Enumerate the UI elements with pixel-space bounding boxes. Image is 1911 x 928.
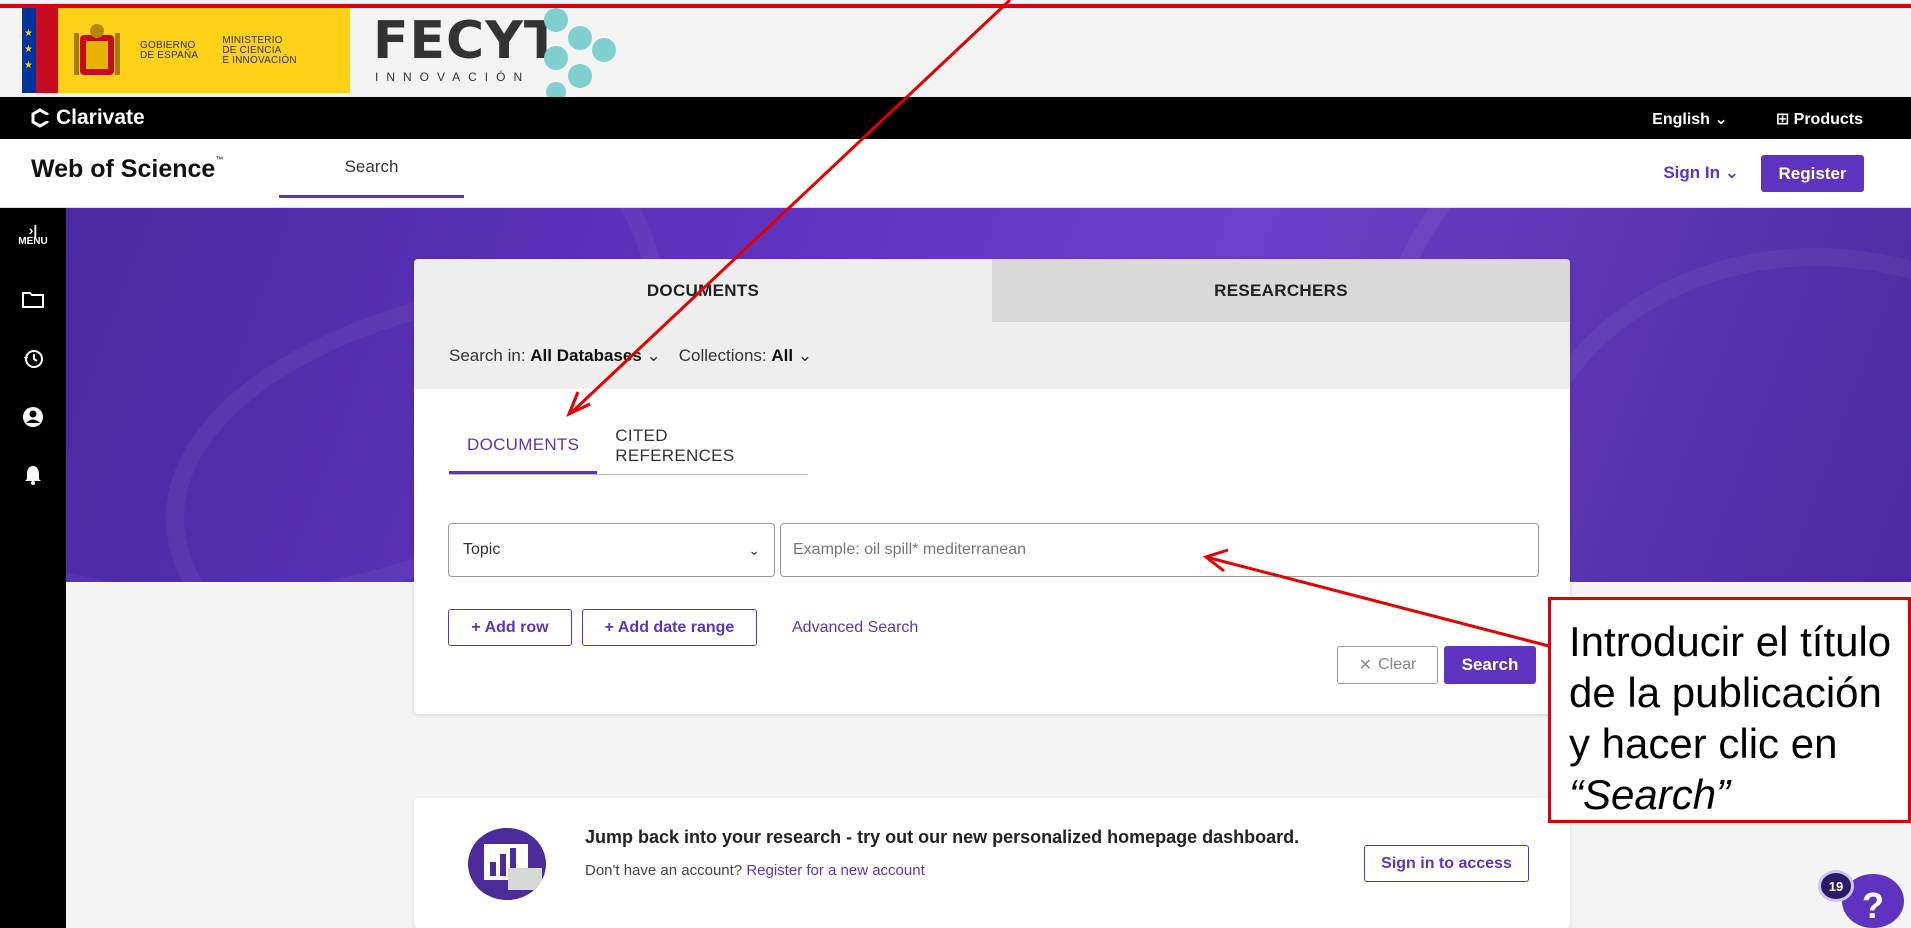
- field-select[interactable]: Topic ⌄: [448, 523, 775, 577]
- chevron-down-icon: ⌄: [748, 541, 760, 558]
- dashboard-promo: Jump back into your research - try out o…: [414, 798, 1570, 928]
- clarivate-logo[interactable]: Clarivate: [30, 106, 145, 130]
- folder-icon[interactable]: [0, 290, 66, 308]
- history-icon[interactable]: [0, 348, 66, 370]
- close-icon: ✕: [1358, 657, 1373, 674]
- tab-documents[interactable]: DOCUMENTS: [414, 259, 992, 322]
- wos-header: Web of Science™ Search Sign In ⌄ Registe…: [0, 139, 1911, 208]
- bell-icon[interactable]: [0, 464, 66, 486]
- products-menu[interactable]: ⊞ Products: [1776, 109, 1863, 129]
- language-menu[interactable]: English ⌄: [1652, 109, 1728, 129]
- promo-subtitle: Don't have an account? Register for a ne…: [585, 862, 925, 879]
- chevron-down-icon: ⌄: [1714, 111, 1728, 128]
- dashboard-chart-icon: [468, 828, 546, 900]
- annotation-callout: Introducir el título de la publicación y…: [1548, 597, 1911, 823]
- fecyt-subtitle: INNOVACIÓN: [375, 70, 531, 84]
- chevron-down-icon: ⌄: [1724, 163, 1739, 182]
- gov-banner: ★ ★ ★ GOBIERNO DE ESPAÑA MINISTERIO DE CIE…: [0, 0, 1911, 98]
- chevron-down-icon: ⌄: [797, 345, 813, 365]
- help-icon: ?: [1862, 885, 1884, 926]
- advanced-search-link[interactable]: Advanced Search: [792, 619, 918, 637]
- tab-researchers[interactable]: RESEARCHERS: [992, 259, 1570, 322]
- search-card: DOCUMENTS RESEARCHERS Search in: All Dat…: [414, 259, 1570, 714]
- chevron-down-icon: ⌄: [646, 345, 661, 365]
- ministerio-text: MINISTERIO DE CIENCIA E INNOVACIÓN: [222, 34, 297, 66]
- search-type-tabs: DOCUMENTS RESEARCHERS: [414, 259, 1570, 322]
- expand-icon: ›|: [28, 222, 38, 238]
- fecyt-wordmark: FECYT: [373, 11, 561, 71]
- eu-flag-icon: ★ ★ ★: [22, 8, 58, 93]
- fecyt-logo: FECYT INNOVACIÓN: [373, 11, 561, 84]
- clear-button[interactable]: ✕ Clear: [1337, 646, 1438, 684]
- subtab-cited-references[interactable]: CITED REFERENCES: [597, 418, 807, 474]
- clarivate-bar: Clarivate English ⌄ ⊞ Products: [0, 97, 1911, 139]
- search-button[interactable]: Search: [1444, 646, 1536, 684]
- callout-line-2: de la publicación: [1569, 669, 1882, 716]
- callout-line-4: “Search”: [1569, 771, 1731, 818]
- sign-in-menu[interactable]: Sign In ⌄: [1663, 163, 1739, 183]
- gobierno-logo: ★ ★ ★ GOBIERNO DE ESPAÑA MINISTERIO DE CIE…: [22, 8, 350, 93]
- user-icon[interactable]: [0, 406, 66, 428]
- add-row-button[interactable]: + Add row: [448, 609, 572, 646]
- register-button[interactable]: Register: [1761, 155, 1864, 192]
- callout-line-1: Introducir el título: [1569, 618, 1892, 665]
- subtab-documents[interactable]: DOCUMENTS: [449, 418, 598, 474]
- collections-selector[interactable]: Collections: All ⌄: [679, 346, 812, 366]
- database-selector[interactable]: Search in: All Databases ⌄: [449, 346, 661, 366]
- promo-title: Jump back into your research - try out o…: [585, 827, 1300, 847]
- clarivate-brand: Clarivate: [56, 106, 145, 129]
- gobierno-text: GOBIERNO DE ESPAÑA: [140, 39, 199, 61]
- add-date-range-button[interactable]: + Add date range: [582, 609, 757, 646]
- search-input[interactable]: [780, 523, 1539, 577]
- tab-search[interactable]: Search: [279, 139, 464, 198]
- register-account-link[interactable]: Register for a new account: [746, 862, 924, 879]
- fecyt-molecule-icon: [544, 8, 616, 98]
- sign-in-to-access-button[interactable]: Sign in to access: [1364, 845, 1529, 882]
- side-rail: ›| MENU: [0, 208, 66, 928]
- coat-of-arms-icon: [74, 23, 120, 75]
- search-mode-tabs: DOCUMENTS CITED REFERENCES: [449, 418, 807, 475]
- clarivate-right: English ⌄ ⊞ Products: [1652, 109, 1863, 129]
- menu-toggle[interactable]: ›| MENU: [0, 222, 66, 248]
- grid-icon: ⊞: [1775, 111, 1790, 128]
- clarivate-mark-icon: [31, 108, 49, 128]
- callout-line-3: y hacer clic en: [1569, 720, 1838, 767]
- search-scope-bar: Search in: All Databases ⌄ Collections: …: [414, 322, 1570, 389]
- wos-logo[interactable]: Web of Science™: [31, 155, 223, 184]
- help-badge: 19: [1818, 870, 1854, 902]
